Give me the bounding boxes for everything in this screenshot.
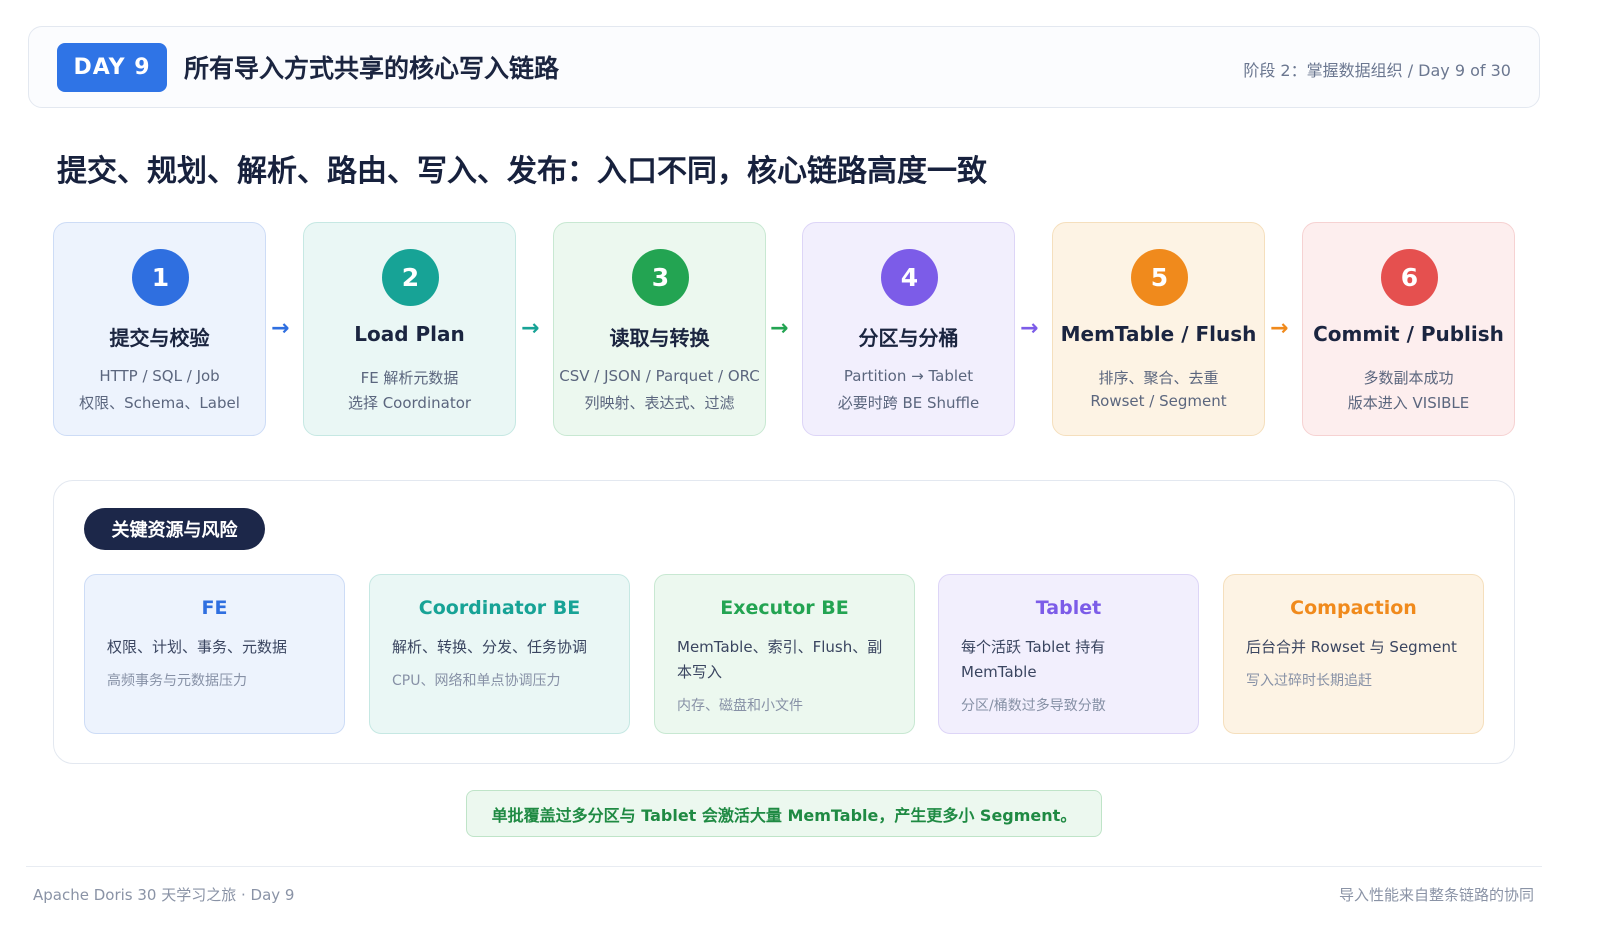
header-title: 所有导入方式共享的核心写入链路: [184, 54, 560, 83]
resource-title: FE: [201, 597, 228, 619]
arrow-right-icon: →: [770, 316, 789, 341]
step-detail-5b: Rowset / Segment: [1090, 392, 1227, 410]
resource-title: Tablet: [1035, 597, 1102, 619]
step-number-4: 4: [881, 249, 938, 306]
step-detail-4b: 必要时跨 BE Shuffle: [837, 394, 980, 412]
arrow-right-icon: →: [1020, 316, 1039, 341]
step-detail-2b: 选择 Coordinator: [347, 394, 472, 412]
step-title-6: Commit / Publish: [1313, 322, 1504, 346]
arrow-right-icon: →: [271, 316, 290, 341]
step-number-6: 6: [1381, 249, 1438, 306]
resource-note: 高频事务与元数据压力: [107, 673, 247, 689]
step-detail-3b: 列映射、表达式、过滤: [584, 394, 735, 412]
resource-desc: MemTable、索引、Flush、副本写入: [677, 638, 883, 681]
step-detail-5a: 排序、聚合、去重: [1098, 369, 1219, 387]
step-title-3: 读取与转换: [609, 326, 710, 350]
stage-indicator: 阶段 2：掌握数据组织 / Day 9 of 30: [1243, 61, 1511, 80]
step-number-3: 3: [632, 249, 689, 306]
resources-pill: 关键资源与风险: [84, 508, 265, 550]
resource-title: Executor BE: [720, 597, 849, 619]
step-number-2: 2: [382, 249, 439, 306]
step-detail-2a: FE 解析元数据: [360, 369, 459, 387]
step-number-5: 5: [1131, 249, 1188, 306]
step-detail-4a: Partition → Tablet: [843, 367, 974, 385]
day-badge: DAY 9: [57, 43, 167, 92]
step-detail-3a: CSV / JSON / Parquet / ORC: [559, 367, 760, 385]
step-card-6: 6 Commit / Publish 多数副本成功 版本进入 VISIBLE: [1302, 222, 1515, 436]
step-title-5: MemTable / Flush: [1060, 322, 1257, 346]
footer-tagline: 导入性能来自整条链路的协同: [1338, 886, 1534, 904]
step-number-1: 1: [132, 249, 189, 306]
step-detail-1b: 权限、Schema、Label: [79, 394, 240, 412]
resource-card-tablet: Tablet 每个活跃 Tablet 持有 MemTable 分区/桶数过多导致…: [938, 574, 1199, 734]
step-detail-6a: 多数副本成功: [1363, 369, 1454, 387]
step-card-5: 5 MemTable / Flush 排序、聚合、去重 Rowset / Seg…: [1052, 222, 1265, 436]
footer-divider: [26, 866, 1542, 867]
footer-series: Apache Doris 30 天学习之旅 · Day 9: [33, 886, 295, 904]
main-heading: 提交、规划、解析、路由、写入、发布：入口不同，核心链路高度一致: [57, 154, 987, 189]
arrow-right-icon: →: [521, 316, 540, 341]
step-detail-1a: HTTP / SQL / Job: [99, 367, 220, 385]
step-card-2: 2 Load Plan FE 解析元数据 选择 Coordinator: [303, 222, 516, 436]
resource-card-coordinator: Coordinator BE 解析、转换、分发、任务协调 CPU、网络和单点协调…: [369, 574, 630, 734]
step-card-4: 4 分区与分桶 Partition → Tablet 必要时跨 BE Shuff…: [802, 222, 1015, 436]
resource-title: Coordinator BE: [418, 597, 581, 619]
resource-desc: 后台合并 Rowset 与 Segment: [1246, 638, 1457, 656]
resources-panel: 关键资源与风险 FE 权限、计划、事务、元数据 高频事务与元数据压力 Coord…: [53, 480, 1515, 764]
resource-note: 写入过碎时长期追赶: [1246, 673, 1372, 689]
step-detail-6b: 版本进入 VISIBLE: [1347, 394, 1470, 412]
step-card-1: 1 提交与校验 HTTP / SQL / Job 权限、Schema、Label: [53, 222, 266, 436]
step-title-2: Load Plan: [354, 322, 465, 346]
resource-note: 分区/桶数过多导致分散: [961, 698, 1106, 714]
step-title-1: 提交与校验: [109, 326, 210, 350]
resource-card-compaction: Compaction 后台合并 Rowset 与 Segment 写入过碎时长期…: [1223, 574, 1484, 734]
resource-desc: 解析、转换、分发、任务协调: [392, 638, 588, 656]
resource-desc: 权限、计划、事务、元数据: [107, 638, 288, 656]
step-card-3: 3 读取与转换 CSV / JSON / Parquet / ORC 列映射、表…: [553, 222, 766, 436]
arrow-right-icon: →: [1270, 316, 1289, 341]
resource-card-fe: FE 权限、计划、事务、元数据 高频事务与元数据压力: [84, 574, 345, 734]
header-bar: DAY 9 所有导入方式共享的核心写入链路 阶段 2：掌握数据组织 / Day …: [28, 26, 1540, 108]
resource-note: CPU、网络和单点协调压力: [392, 673, 561, 689]
resource-title: Compaction: [1290, 597, 1417, 619]
resource-card-executor: Executor BE MemTable、索引、Flush、副本写入 内存、磁盘…: [654, 574, 915, 734]
warning-note: 单批覆盖过多分区与 Tablet 会激活大量 MemTable，产生更多小 Se…: [466, 790, 1102, 837]
step-title-4: 分区与分桶: [858, 326, 959, 350]
resource-desc: 每个活跃 Tablet 持有 MemTable: [961, 638, 1106, 681]
resource-note: 内存、磁盘和小文件: [677, 698, 803, 714]
